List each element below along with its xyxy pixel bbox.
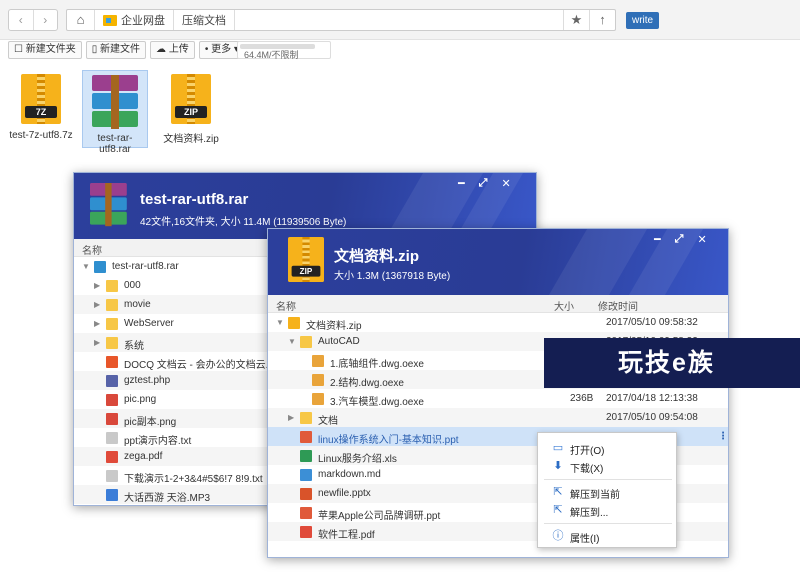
minimize-icon[interactable]: ━ <box>654 233 661 246</box>
folder-icon <box>103 14 117 26</box>
write-button[interactable]: write <box>626 12 660 29</box>
document-icon <box>106 356 118 368</box>
pptx-file-icon <box>300 488 312 500</box>
column-header: 名称 大小 修改时间 <box>268 295 728 313</box>
menu-properties[interactable]: ⓘ 属性(I) <box>538 527 678 545</box>
window-subtitle: 大小 1.3M (1367918 Byte) <box>334 271 451 282</box>
menu-extract-to[interactable]: ⇱ 解压到... <box>538 501 678 519</box>
archive-7z-icon: 7Z <box>21 74 61 124</box>
pdf-file-icon <box>300 526 312 538</box>
expand-arrow-icon[interactable]: ▶ <box>288 413 294 422</box>
new-file-button[interactable]: ▯ 新建文件 <box>85 41 147 59</box>
minimize-icon[interactable]: ━ <box>458 177 465 190</box>
folder-icon <box>106 318 118 330</box>
expand-arrow-icon[interactable]: ▶ <box>94 319 100 328</box>
col-name[interactable]: 名称 <box>276 298 296 313</box>
list-item[interactable]: ▼ 文档资料.zip 2017/05/10 09:58:32 <box>268 313 728 332</box>
list-item[interactable]: ▶ 文档 2017/05/10 09:54:08 <box>268 408 728 427</box>
back-icon[interactable]: ‹ <box>9 10 34 30</box>
forward-icon[interactable]: › <box>34 10 58 30</box>
expand-arrow-icon[interactable]: ▶ <box>94 338 100 347</box>
expand-arrow-icon[interactable]: ▼ <box>288 337 296 346</box>
window-title: 文档资料.zip <box>334 248 419 265</box>
archive-zip-icon <box>288 317 300 329</box>
maximize-icon[interactable]: ⤢ <box>675 233 684 246</box>
watermark-banner: 玩技e族 <box>544 338 800 388</box>
address-bar: ⌂ 企业网盘 压缩文档 ★ ↑ <box>66 9 616 31</box>
list-item[interactable]: 3.汽车模型.dwg.oexe 236B 2017/04/18 12:13:38 <box>268 389 728 408</box>
cad-file-icon <box>312 393 324 405</box>
more-options-icon[interactable]: ⋮ <box>718 431 728 442</box>
up-arrow-icon[interactable]: ↑ <box>589 10 615 30</box>
markdown-file-icon <box>300 469 312 481</box>
folder-icon <box>300 412 312 424</box>
expand-arrow-icon[interactable]: ▼ <box>82 262 90 271</box>
image-file-icon <box>106 394 118 406</box>
home-icon[interactable]: ⌂ <box>67 10 95 30</box>
php-file-icon <box>106 375 118 387</box>
upload-button[interactable]: ☁ 上传 <box>150 41 195 59</box>
cad-file-icon <box>312 374 324 386</box>
open-icon: ▭ <box>552 442 564 454</box>
archive-rar-icon <box>90 183 127 227</box>
menu-open[interactable]: ▭ 打开(O) <box>538 439 678 457</box>
extract-to-icon: ⇱ <box>553 504 563 516</box>
expand-arrow-icon[interactable]: ▼ <box>276 318 284 327</box>
zip-window-header: ZIP 文档资料.zip 大小 1.3M (1367918 Byte) ━ ⤢ … <box>268 229 728 295</box>
archive-zip-icon: ZIP <box>171 74 211 124</box>
nav-buttons: ‹ › <box>8 9 58 31</box>
col-size[interactable]: 大小 <box>554 298 574 313</box>
toolbar: ☐ 新建文件夹 ▯ 新建文件 ☁ 上传 • 更多 ▾ <box>8 40 245 60</box>
breadcrumb-compressed-docs[interactable]: 压缩文档 <box>174 10 235 30</box>
col-modified[interactable]: 修改时间 <box>598 298 638 313</box>
extract-icon: ⇱ <box>553 486 563 498</box>
star-icon[interactable]: ★ <box>563 10 589 30</box>
audio-file-icon <box>106 489 118 501</box>
text-file-icon <box>106 432 118 444</box>
download-icon: ⬇ <box>553 460 563 472</box>
quota-text: 64.4M/不限制 <box>244 50 299 60</box>
archive-zip-icon: ZIP <box>288 237 324 282</box>
menu-download[interactable]: ⬇ 下载(X) <box>538 457 678 475</box>
cad-file-icon <box>312 355 324 367</box>
file-7z[interactable]: 7Z test-7z-utf8.7z <box>8 74 74 141</box>
new-folder-button[interactable]: ☐ 新建文件夹 <box>8 41 82 59</box>
quota-indicator: 64.4M/不限制 <box>237 41 331 60</box>
window-subtitle: 42文件,16文件夹, 大小 11.4M (11939506 Byte) <box>140 217 347 228</box>
folder-icon <box>106 299 118 311</box>
image-file-icon <box>106 413 118 425</box>
excel-file-icon <box>300 450 312 462</box>
archive-rar-icon <box>94 261 106 273</box>
window-title: test-rar-utf8.rar <box>140 191 249 208</box>
ppt-file-icon <box>300 507 312 519</box>
folder-icon <box>106 337 118 349</box>
expand-arrow-icon[interactable]: ▶ <box>94 281 100 290</box>
ppt-file-icon <box>300 431 312 443</box>
folder-icon <box>106 280 118 292</box>
maximize-icon[interactable]: ⤢ <box>479 177 488 190</box>
info-icon: ⓘ <box>552 530 564 542</box>
file-zip[interactable]: ZIP 文档资料.zip <box>158 74 224 145</box>
close-icon[interactable]: ✕ <box>501 177 510 190</box>
top-bar: ‹ › ⌂ 企业网盘 压缩文档 ★ ↑ write <box>0 0 800 40</box>
context-menu: ▭ 打开(O) ⬇ 下载(X) ⇱ 解压到当前 ⇱ 解压到... ⓘ 属性(I) <box>537 432 677 548</box>
archive-rar-icon <box>92 75 138 129</box>
pdf-file-icon <box>106 451 118 463</box>
close-icon[interactable]: ✕ <box>697 233 706 246</box>
text-file-icon <box>106 470 118 482</box>
breadcrumb-enterprise-disk[interactable]: 企业网盘 <box>95 10 174 30</box>
folder-icon <box>300 336 312 348</box>
menu-extract-here[interactable]: ⇱ 解压到当前 <box>538 483 678 501</box>
file-rar[interactable]: test-rar-utf8.rar <box>82 70 148 155</box>
expand-arrow-icon[interactable]: ▶ <box>94 300 100 309</box>
